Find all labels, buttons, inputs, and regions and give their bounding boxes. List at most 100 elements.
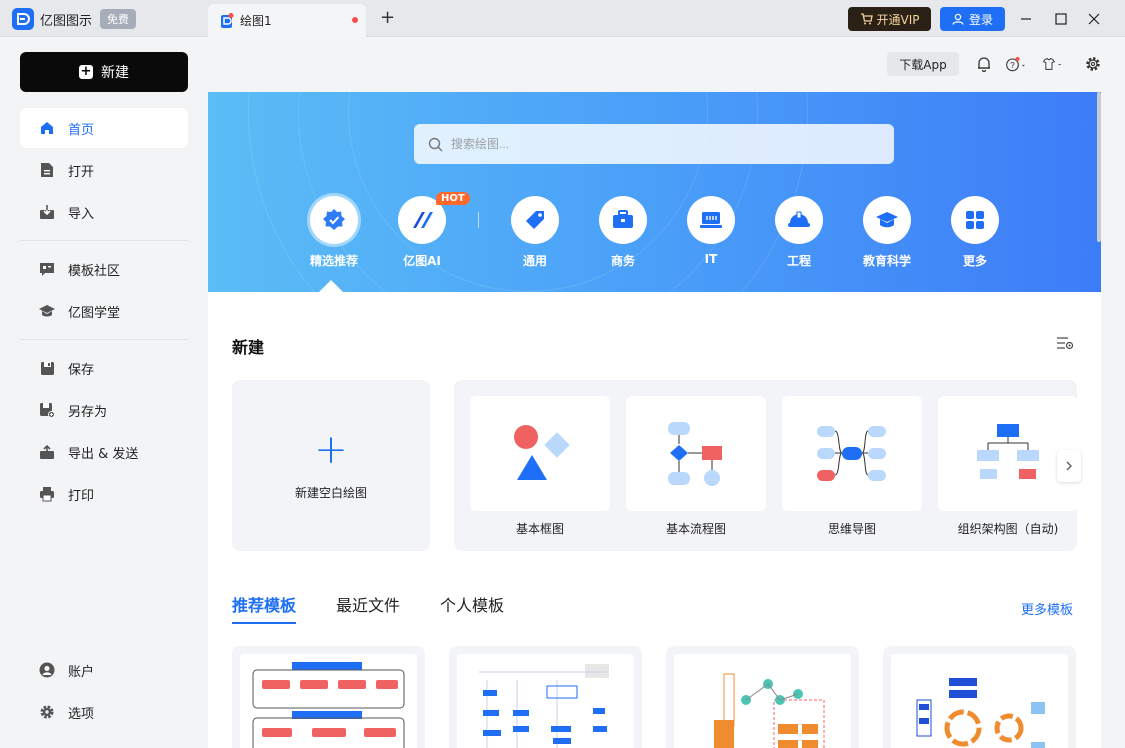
academy-icon — [38, 302, 56, 320]
plus-icon: + — [79, 64, 93, 79]
vip-button[interactable]: 开通VIP — [848, 7, 931, 31]
template-next-button[interactable] — [1057, 450, 1081, 482]
template-preview-image — [674, 654, 851, 748]
home-icon — [38, 119, 56, 137]
category-education[interactable]: 教育科学 — [852, 196, 922, 269]
category-more[interactable]: 更多 — [940, 196, 1010, 269]
recommended-template-card[interactable] — [232, 646, 425, 748]
search-input[interactable] — [451, 137, 851, 151]
search-box[interactable] — [414, 124, 894, 164]
sidebar-item-label: 保存 — [68, 362, 95, 378]
login-button[interactable]: 登录 — [940, 7, 1005, 31]
recommended-template-card[interactable] — [883, 646, 1076, 748]
block-diagram-thumbnail-icon — [470, 396, 610, 511]
account-icon — [38, 661, 56, 679]
add-tab-button[interactable]: + — [380, 7, 395, 28]
template-label: 思维导图 — [827, 522, 876, 536]
sidebar-item-options[interactable]: 选项 — [20, 692, 188, 732]
sidebar-item-label: 另存为 — [68, 404, 108, 420]
main-content: 精选推荐 亿图AI HOT 通用 商务 IT — [208, 92, 1101, 748]
vertical-scrollbar[interactable] — [1097, 92, 1101, 242]
sidebar-item-label: 模板社区 — [68, 263, 121, 279]
category-separator — [478, 212, 479, 228]
briefcase-icon — [599, 196, 647, 244]
recommended-template-card[interactable] — [666, 646, 859, 748]
category-ai[interactable]: 亿图AI — [387, 196, 457, 269]
export-icon — [38, 443, 56, 461]
selected-category-pointer — [318, 280, 344, 292]
template-tabs: 推荐模板 最近文件 个人模板 — [232, 592, 504, 624]
sidebar-item-academy[interactable]: 亿图学堂 — [20, 291, 188, 331]
close-icon[interactable] — [1084, 9, 1104, 29]
mind-map-thumbnail-icon — [782, 396, 922, 511]
sidebar-item-label: 打开 — [68, 164, 95, 180]
document-tab-label: 绘图1 — [240, 14, 272, 28]
app-logo-icon — [12, 8, 34, 30]
category-engineering[interactable]: 工程 — [764, 196, 834, 269]
theme-shirt-icon[interactable] — [1042, 54, 1062, 74]
sidebar-item-import[interactable]: 导入 — [20, 192, 188, 232]
bell-icon[interactable] — [974, 54, 994, 74]
template-label: 组织架构图（自动) — [957, 522, 1059, 536]
tab-recent-files[interactable]: 最近文件 — [336, 592, 400, 624]
document-tab[interactable]: 绘图1 — [208, 4, 366, 37]
category-featured[interactable]: 精选推荐 — [299, 196, 369, 269]
sidebar-item-print[interactable]: 打印 — [20, 474, 188, 514]
title-bar: 亿图图示 免费 绘图1 + 开通VIP 登录 — [0, 0, 1125, 37]
category-label: 通用 — [522, 254, 547, 268]
recommended-template-card[interactable] — [449, 646, 642, 748]
vip-label: 开通VIP — [876, 12, 920, 27]
plus-icon: + — [314, 427, 348, 473]
settings-icon — [38, 703, 56, 721]
sidebar-item-home[interactable]: 首页 — [20, 108, 188, 148]
document-icon — [220, 12, 234, 29]
template-card-flowchart[interactable]: 基本流程图 — [626, 396, 766, 537]
more-templates-link[interactable]: 更多模板 — [1021, 599, 1073, 618]
helmet-icon — [775, 196, 823, 244]
download-app-button[interactable]: 下载App — [887, 52, 959, 76]
hero-banner: 精选推荐 亿图AI HOT 通用 商务 IT — [208, 92, 1101, 292]
tab-recommended-templates[interactable]: 推荐模板 — [232, 592, 297, 624]
filter-settings-icon[interactable] — [1056, 336, 1074, 352]
search-icon — [428, 137, 443, 151]
cart-icon — [860, 13, 873, 25]
template-card-mind-map[interactable]: 思维导图 — [782, 396, 922, 537]
login-label: 登录 — [968, 12, 993, 27]
category-business[interactable]: 商务 — [588, 196, 658, 269]
help-icon[interactable]: ? — [1005, 54, 1025, 74]
category-it[interactable]: IT — [676, 196, 746, 266]
sidebar-divider — [20, 339, 188, 340]
section-title-new: 新建 — [232, 338, 265, 357]
sidebar-item-label: 账户 — [68, 664, 95, 680]
grid-icon — [951, 196, 999, 244]
svg-text:?: ? — [1010, 60, 1015, 70]
file-icon — [38, 161, 56, 179]
hot-badge: HOT — [436, 192, 470, 205]
new-blank-drawing-card[interactable]: + 新建空白绘图 — [232, 380, 430, 551]
app-tab[interactable]: 亿图图示 免费 — [12, 4, 208, 34]
app-name: 亿图图示 — [40, 13, 93, 29]
graduation-cap-icon — [863, 196, 911, 244]
unsaved-dot-icon — [352, 17, 358, 23]
sidebar-item-community[interactable]: 模板社区 — [20, 249, 188, 289]
template-card-block-diagram[interactable]: 基本框图 — [470, 396, 610, 537]
flowchart-thumbnail-icon — [626, 396, 766, 511]
template-preview-image — [240, 654, 417, 748]
minimize-icon[interactable] — [1016, 9, 1036, 29]
category-general[interactable]: 通用 — [500, 196, 570, 269]
category-label: 亿图AI — [403, 254, 441, 268]
new-button[interactable]: + 新建 — [20, 52, 188, 92]
sidebar-item-save[interactable]: 保存 — [20, 348, 188, 388]
laptop-icon — [687, 196, 735, 244]
sidebar-item-export[interactable]: 导出 & 发送 — [20, 432, 188, 472]
sidebar-item-label: 打印 — [68, 488, 95, 504]
tab-personal-templates[interactable]: 个人模板 — [440, 592, 504, 624]
sidebar-item-open[interactable]: 打开 — [20, 150, 188, 190]
save-as-icon — [38, 401, 56, 419]
gear-icon[interactable] — [1083, 54, 1103, 74]
maximize-icon[interactable] — [1051, 9, 1071, 29]
template-preview-image — [891, 654, 1068, 748]
sidebar-item-save-as[interactable]: 另存为 — [20, 390, 188, 430]
sidebar-item-account[interactable]: 账户 — [20, 650, 188, 690]
print-icon — [38, 485, 56, 503]
